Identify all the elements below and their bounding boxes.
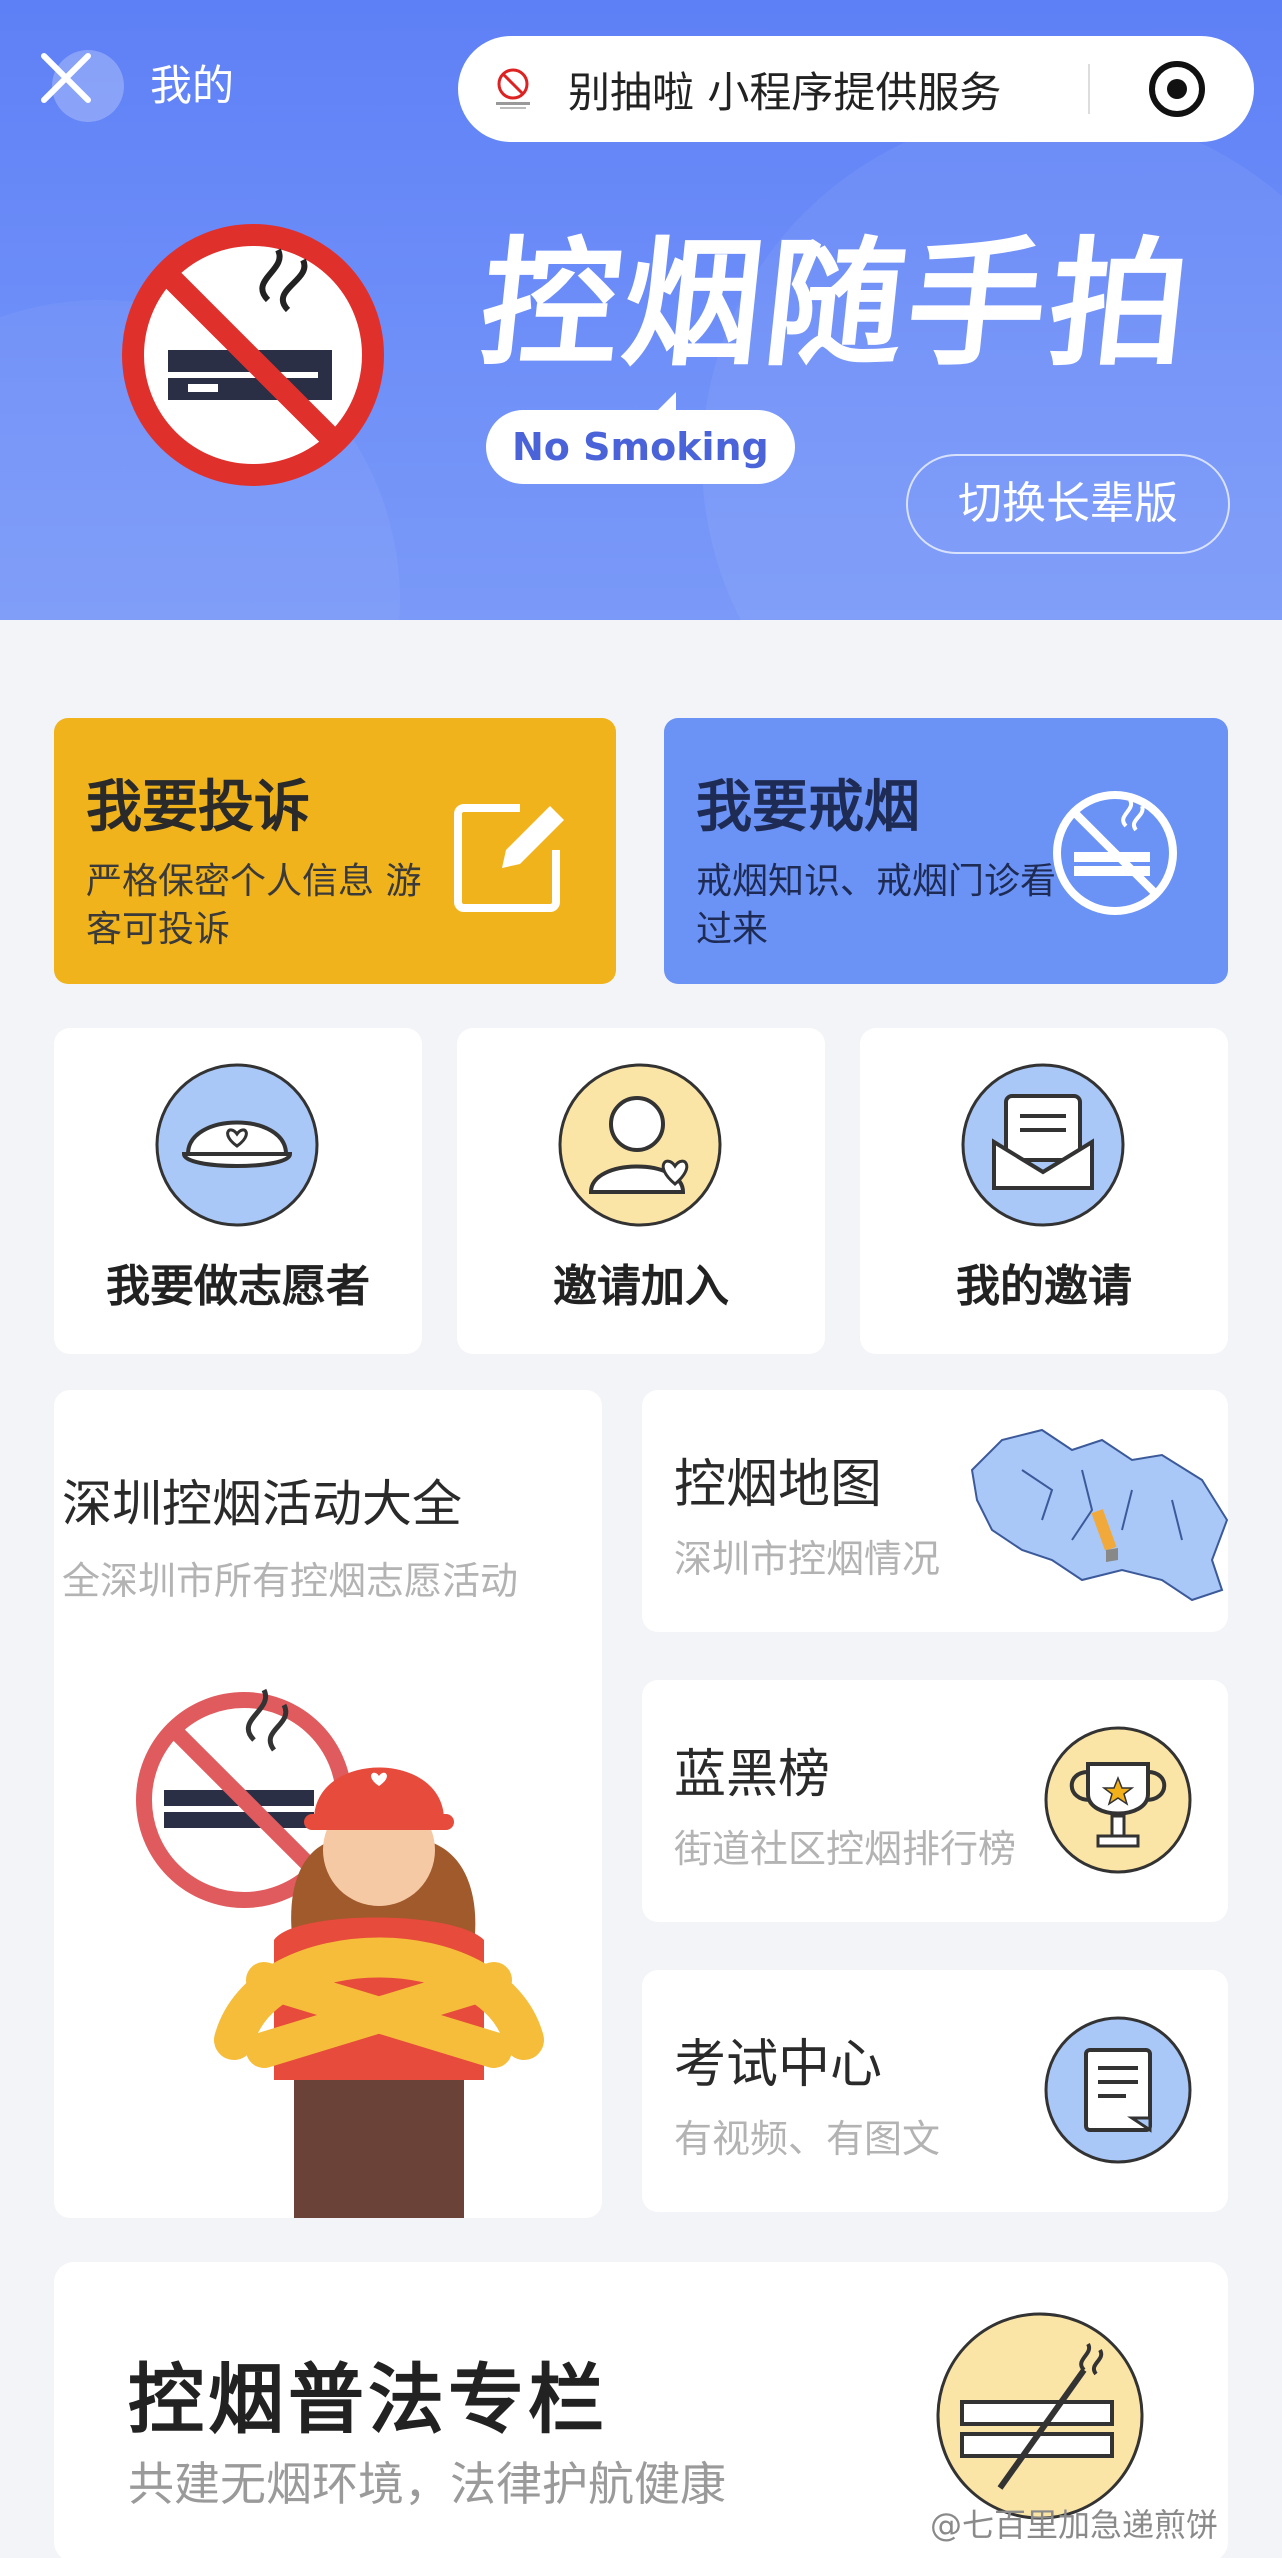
quit-smoking-card[interactable]: 我要戒烟 戒烟知识、戒烟门诊看过来: [664, 718, 1228, 984]
exam-title: 考试中心: [674, 2035, 883, 2095]
smoke-control-map-card[interactable]: 控烟地图 深圳市控烟情况: [642, 1390, 1228, 1632]
rank-board-card[interactable]: 蓝黑榜 街道社区控烟排行榜: [642, 1680, 1228, 1922]
complain-card[interactable]: 我要投诉 严格保密个人信息 游客可投诉: [54, 718, 616, 984]
rank-title: 蓝黑榜: [674, 1745, 831, 1805]
tile-label: 我要做志愿者: [106, 1261, 370, 1312]
rank-subtitle: 街道社区控烟排行榜: [674, 1827, 1017, 1871]
no-cigarette-icon: [936, 2312, 1144, 2520]
quit-subtitle: 戒烟知识、戒烟门诊看过来: [696, 861, 1057, 950]
close-icon[interactable]: [36, 48, 126, 138]
capsule-divider: [1088, 64, 1090, 114]
no-smoking-sign-icon: [122, 224, 384, 486]
quit-title: 我要戒烟: [696, 775, 920, 840]
exam-subtitle: 有视频、有图文: [674, 2117, 941, 2161]
complain-title: 我要投诉: [86, 775, 310, 840]
weibo-watermark: @七百里加急递煎饼: [930, 2506, 1219, 2544]
hero-title: 控烟随手拍: [473, 224, 1201, 385]
city-map-icon: [970, 1428, 1228, 1602]
law-title: 控烟普法专栏: [128, 2355, 608, 2444]
no-smoking-tag: No Smoking: [486, 392, 795, 484]
tile-volunteer[interactable]: 我要做志愿者: [54, 1028, 422, 1354]
close-miniprogram-icon[interactable]: [1146, 58, 1208, 120]
mini-program-capsule[interactable]: 别抽啦 小程序提供服务: [458, 36, 1254, 142]
document-icon: [1044, 2016, 1192, 2164]
activities-title: 深圳控烟活动大全: [62, 1475, 462, 1533]
trophy-icon: [1044, 1726, 1192, 1874]
activities-subtitle: 全深圳市所有控烟志愿活动: [62, 1559, 519, 1603]
tile-label: 我的邀请: [956, 1261, 1132, 1312]
edit-icon: [454, 804, 564, 912]
complain-subtitle: 严格保密个人信息 游客可投诉: [86, 861, 422, 950]
no-smoking-icon: [1053, 791, 1177, 915]
no-smoking-logo-icon: [496, 68, 530, 109]
tile-my-invitations[interactable]: 我的邀请: [860, 1028, 1228, 1354]
tile-label: 邀请加入: [553, 1261, 729, 1312]
capsule-title: 别抽啦 小程序提供服务: [568, 67, 1002, 117]
switch-elder-mode-button[interactable]: 切换长辈版: [906, 454, 1230, 554]
envelope-letter-icon: [961, 1063, 1125, 1227]
tile-invite[interactable]: 邀请加入: [457, 1028, 825, 1354]
map-title: 控烟地图: [674, 1455, 883, 1515]
me-label[interactable]: 我的: [150, 56, 234, 116]
map-subtitle: 深圳市控烟情况: [674, 1537, 941, 1581]
header-banner: 我的 别抽啦 小程序提供服务 控烟随手拍 No Smoking 切换长辈版: [0, 0, 1282, 620]
volunteer-cap-icon: [155, 1063, 319, 1227]
volunteer-illustration-icon: [136, 1688, 544, 2218]
law-subtitle: 共建无烟环境，法律护航健康: [128, 2457, 726, 2511]
activities-card[interactable]: 深圳控烟活动大全 全深圳市所有控烟志愿活动: [54, 1390, 602, 2218]
exam-center-card[interactable]: 考试中心 有视频、有图文: [642, 1970, 1228, 2212]
user-heart-icon: [558, 1063, 722, 1227]
